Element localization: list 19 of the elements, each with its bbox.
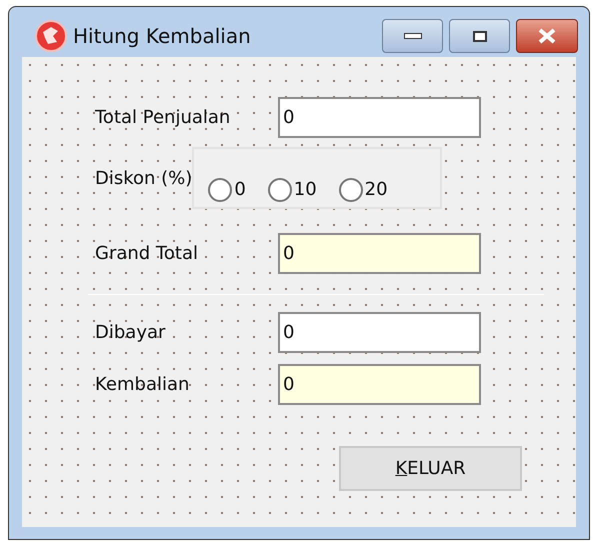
minimize-button[interactable] <box>382 19 443 53</box>
maximize-button[interactable] <box>449 19 510 53</box>
radio-option[interactable]: 20 <box>338 176 396 203</box>
field-label: Total Penjualan <box>95 106 232 130</box>
window-title: Hitung Kembalian <box>73 23 251 50</box>
field-label: Grand Total <box>95 242 199 266</box>
exit-button[interactable]: KELUAR <box>339 446 522 491</box>
radio-option[interactable]: 0 <box>208 176 254 203</box>
field-label: Kembalian <box>95 372 190 396</box>
text-field[interactable]: 0 <box>278 312 481 352</box>
close-icon <box>537 28 557 44</box>
text-field[interactable]: 0 <box>278 96 481 138</box>
text-field[interactable]: 0 <box>278 232 481 274</box>
text-field[interactable]: 0 <box>278 364 481 404</box>
field-label: Diskon (%) <box>95 168 192 189</box>
app-icon <box>35 20 67 52</box>
close-button[interactable] <box>516 19 578 53</box>
radio-option[interactable]: 10 <box>268 176 325 203</box>
field-label: Dibayar <box>95 320 166 344</box>
